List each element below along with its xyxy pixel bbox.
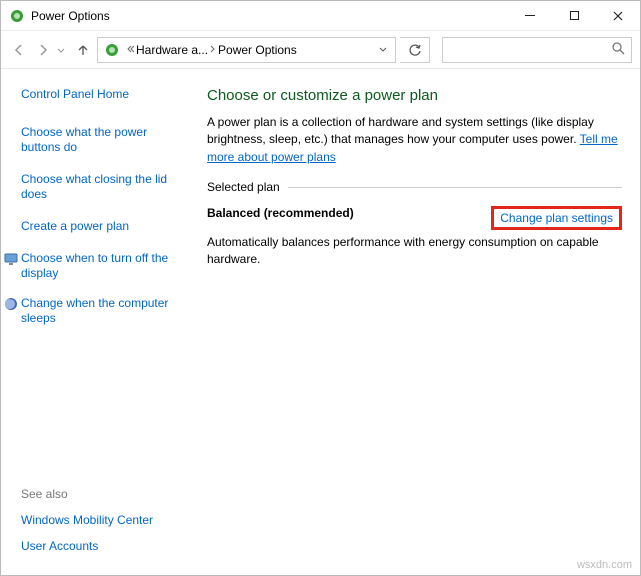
plan-row: Balanced (recommended) Change plan setti… (207, 206, 622, 230)
back-button[interactable] (9, 38, 29, 62)
desc-text: A power plan is a collection of hardware… (207, 115, 594, 146)
sidebar-link-mobility-center[interactable]: Windows Mobility Center (21, 513, 181, 527)
up-button[interactable] (73, 38, 93, 62)
plan-description: Automatically balances performance with … (207, 234, 622, 268)
search-box[interactable] (442, 37, 632, 63)
selected-plan-text: Selected plan (207, 180, 280, 194)
toolbar: Hardware a... Power Options (1, 31, 640, 69)
change-plan-settings-link[interactable]: Change plan settings (491, 206, 622, 230)
watermark: wsxdn.com (577, 559, 632, 571)
search-icon[interactable] (612, 42, 625, 58)
content: Control Panel Home Choose what the power… (1, 69, 640, 575)
sidebar-link-computer-sleeps[interactable]: Change when the computer sleeps (21, 296, 181, 327)
breadcrumb[interactable]: Hardware a... Power Options (97, 37, 396, 63)
maximize-button[interactable] (552, 1, 596, 31)
page-heading: Choose or customize a power plan (207, 87, 622, 104)
plan-name: Balanced (recommended) (207, 206, 354, 220)
control-panel-home-link[interactable]: Control Panel Home (21, 87, 181, 103)
window-title: Power Options (31, 9, 508, 23)
search-input[interactable] (449, 43, 612, 57)
sidebar: Control Panel Home Choose what the power… (1, 69, 189, 575)
window-controls (508, 1, 640, 31)
minimize-button[interactable] (508, 1, 552, 31)
history-dropdown-icon[interactable] (57, 45, 69, 55)
close-button[interactable] (596, 1, 640, 31)
chevron-down-icon[interactable] (379, 44, 387, 55)
forward-button[interactable] (33, 38, 53, 62)
sidebar-link-turn-off-display[interactable]: Choose when to turn off the display (21, 251, 181, 282)
chevron-left-icon[interactable] (126, 45, 134, 55)
power-options-icon (104, 42, 120, 58)
sidebar-link-create-plan[interactable]: Create a power plan (21, 219, 181, 235)
titlebar: Power Options (1, 1, 640, 31)
breadcrumb-power-options[interactable]: Power Options (218, 43, 297, 57)
sidebar-link-user-accounts[interactable]: User Accounts (21, 539, 181, 553)
power-options-icon (9, 8, 25, 24)
main-content: Choose or customize a power plan A power… (189, 69, 640, 575)
sidebar-link-power-buttons[interactable]: Choose what the power buttons do (21, 125, 181, 156)
refresh-button[interactable] (400, 37, 430, 63)
display-off-icon (3, 251, 19, 267)
breadcrumb-hardware[interactable]: Hardware a... (136, 43, 208, 57)
sleep-icon (3, 296, 19, 312)
page-description: A power plan is a collection of hardware… (207, 114, 622, 166)
chevron-right-icon (210, 45, 216, 55)
see-also-label: See also (21, 487, 181, 501)
selected-plan-label: Selected plan (207, 180, 622, 194)
sidebar-link-closing-lid[interactable]: Choose what closing the lid does (21, 172, 181, 203)
